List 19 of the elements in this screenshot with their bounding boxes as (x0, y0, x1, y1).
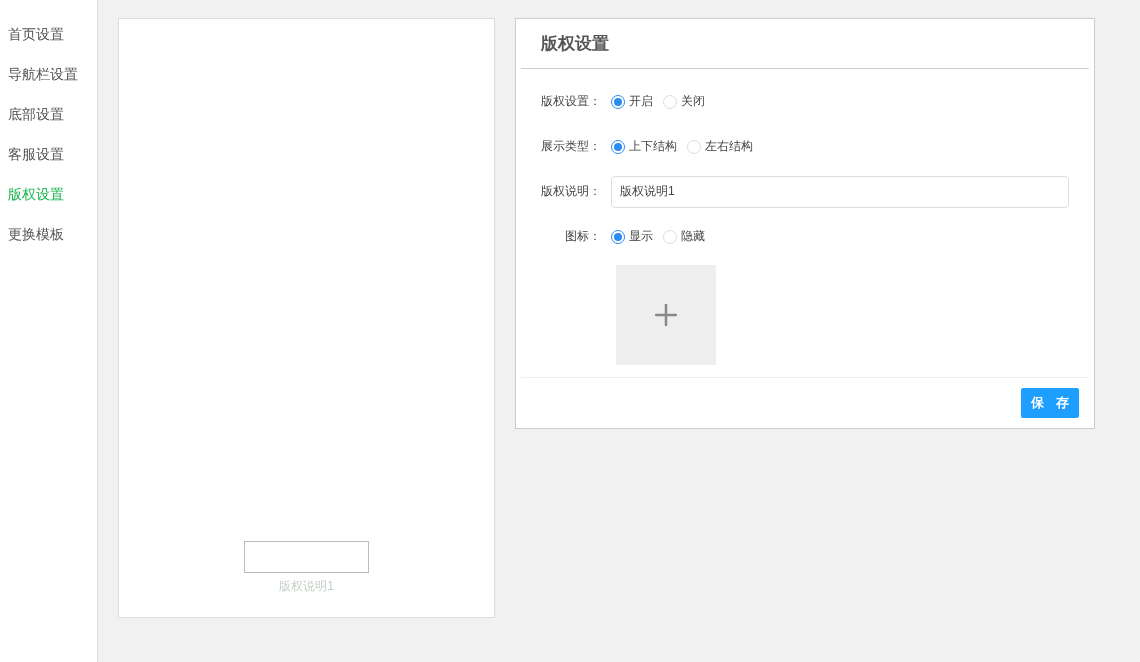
input-field[interactable]: 版权说明1 (611, 175, 1069, 208)
radio-label[interactable]: 显示 (629, 228, 653, 245)
radio-label[interactable]: 上下结构 (629, 138, 677, 155)
radio-label[interactable]: 开启 (629, 93, 653, 110)
radio-label[interactable]: 左右结构 (705, 138, 753, 155)
sidebar-item[interactable]: 导航栏设置 (0, 54, 97, 94)
field-label: 版权说明： (540, 183, 602, 200)
plus-icon (655, 304, 677, 326)
panel-title: 版权设置 (541, 33, 609, 55)
sidebar-item[interactable]: 客服设置 (0, 134, 97, 174)
field-label: 版权设置： (540, 93, 602, 110)
sidebar-item[interactable]: 首页设置 (0, 14, 97, 54)
sidebar-item[interactable]: 更换模板 (0, 214, 97, 254)
sidebar-item[interactable]: 底部设置 (0, 94, 97, 134)
radio-label[interactable]: 关闭 (681, 93, 705, 110)
field-label: 图标： (564, 228, 602, 245)
upload-area[interactable] (616, 265, 716, 365)
field-label: 展示类型： (540, 138, 602, 155)
radio-label[interactable]: 隐藏 (681, 228, 705, 245)
